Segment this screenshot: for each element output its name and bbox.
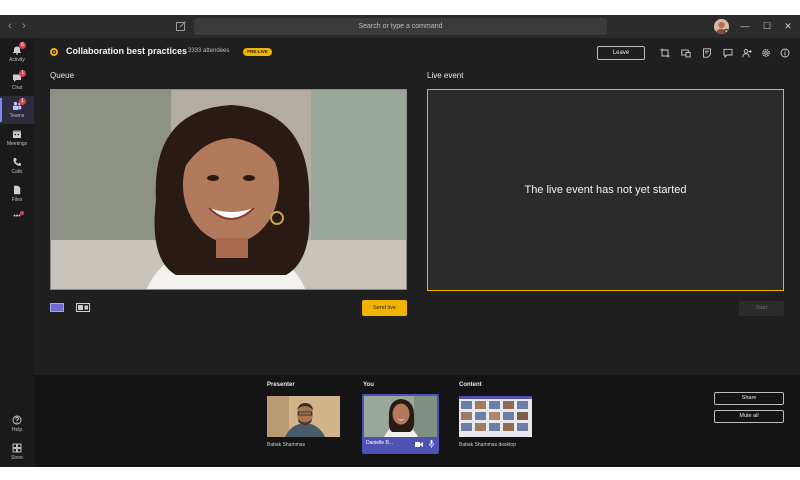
live-event-preview: The live event has not yet started xyxy=(427,89,784,291)
rail-label-calls: Calls xyxy=(11,169,23,175)
leave-button[interactable]: Leave xyxy=(597,46,645,60)
attendee-count: 3333 attendees xyxy=(188,48,230,54)
title-bar: ‹ › Search or type a command — ☐ ✕ xyxy=(0,15,800,38)
rail-item-chat[interactable]: 1 Chat xyxy=(0,68,34,96)
compose-icon[interactable] xyxy=(175,20,187,32)
teams-badge: 1 xyxy=(19,98,26,105)
presenter-heading: Presenter xyxy=(267,382,295,388)
you-heading: You xyxy=(363,382,374,388)
rail-label-files: Files xyxy=(11,197,23,203)
teams-window: ‹ › Search or type a command — ☐ ✕ 6 Act… xyxy=(0,15,800,467)
side-by-side-layout-icon[interactable] xyxy=(76,303,90,312)
rail-item-meetings[interactable]: Meetings xyxy=(0,124,34,152)
presenter-thumbnail[interactable] xyxy=(267,396,340,437)
crop-icon[interactable] xyxy=(660,48,670,58)
single-layout-icon[interactable] xyxy=(50,303,64,312)
help-icon xyxy=(12,415,22,425)
rail-item-files[interactable]: Files xyxy=(0,180,34,208)
rail-item-calls[interactable]: Calls xyxy=(0,152,34,180)
info-icon[interactable] xyxy=(780,48,790,58)
live-status-icon xyxy=(50,48,58,56)
meeting-title: Collaboration best practices xyxy=(66,46,188,56)
settings-icon[interactable] xyxy=(761,48,771,58)
rail-item-help[interactable]: Help xyxy=(0,410,34,438)
presence-dot xyxy=(724,29,729,34)
rail-item-teams[interactable]: 1 Teams xyxy=(0,96,34,124)
share-button[interactable]: Share xyxy=(714,392,784,405)
calendar-icon xyxy=(13,130,21,138)
close-icon[interactable]: ✕ xyxy=(781,19,795,33)
more-icon: ••• xyxy=(13,213,21,220)
start-button[interactable]: Start xyxy=(739,301,784,316)
rail-label-help: Help xyxy=(11,427,23,433)
chat-icon[interactable] xyxy=(723,48,733,58)
rail-label-meetings: Meetings xyxy=(6,141,28,147)
video-camera-icon[interactable] xyxy=(415,441,423,448)
live-event-message: The live event has not yet started xyxy=(524,184,687,196)
file-icon xyxy=(14,185,21,195)
notes-icon[interactable] xyxy=(702,48,712,58)
presenter-video-image xyxy=(51,90,406,289)
phone-icon xyxy=(13,158,21,166)
rail-label-teams: Teams xyxy=(9,113,25,119)
pre-live-badge: PRE-LIVE xyxy=(243,48,272,56)
rail-item-store[interactable]: Store xyxy=(0,438,34,466)
content-name: Babak Shammas desktop xyxy=(459,442,516,448)
live-event-heading: Live event xyxy=(427,71,464,80)
store-icon xyxy=(12,443,22,453)
rail-label-chat: Chat xyxy=(11,85,23,91)
rail-label-store: Store xyxy=(11,455,23,461)
participants-icon[interactable] xyxy=(742,48,752,58)
forward-arrow-icon[interactable]: › xyxy=(19,20,29,32)
app-rail: 6 Activity 1 Chat 1 Teams Meetings Calls… xyxy=(0,38,34,467)
back-arrow-icon[interactable]: ‹ xyxy=(5,20,15,32)
queue-heading: Queue xyxy=(50,71,75,80)
send-live-button[interactable]: Send live xyxy=(362,300,407,316)
mute-all-button[interactable]: Mute all xyxy=(714,410,784,423)
activity-badge: 6 xyxy=(19,42,26,49)
microphone-icon[interactable] xyxy=(429,440,434,448)
minimize-icon[interactable]: — xyxy=(738,19,752,33)
you-card[interactable]: Danielle B... xyxy=(362,394,439,454)
maximize-icon[interactable]: ☐ xyxy=(760,19,774,33)
you-thumbnail xyxy=(364,396,437,437)
content-heading: Content xyxy=(459,382,482,388)
device-settings-icon[interactable] xyxy=(681,48,691,58)
rail-label-activity: Activity xyxy=(9,57,25,63)
rail-item-activity[interactable]: 6 Activity xyxy=(0,40,34,68)
user-avatar[interactable] xyxy=(714,19,729,34)
queue-video[interactable] xyxy=(50,89,407,290)
search-input[interactable]: Search or type a command xyxy=(194,18,607,35)
you-name: Danielle B... xyxy=(366,440,393,446)
presenter-name: Babak Shammas xyxy=(267,442,306,448)
rail-more-apps[interactable]: ••• xyxy=(0,208,34,236)
content-thumbnail[interactable] xyxy=(459,396,532,437)
chat-badge: 1 xyxy=(19,70,26,77)
